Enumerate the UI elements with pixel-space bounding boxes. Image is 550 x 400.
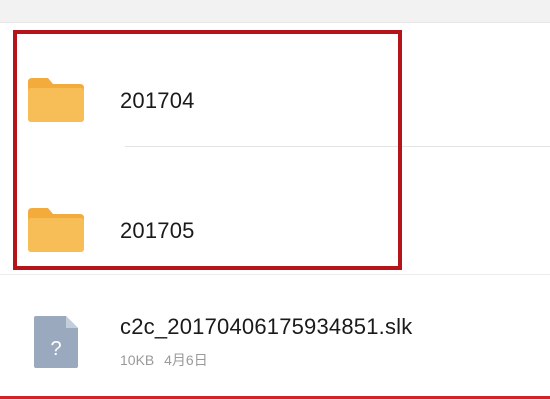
folder-name: 201704 bbox=[120, 88, 195, 113]
unknown-file-icon: ? bbox=[34, 316, 78, 368]
folder-icon bbox=[28, 78, 84, 122]
divider bbox=[0, 274, 550, 275]
file-list: 201704 201705 ? c2c_20170406175934851.sl… bbox=[0, 22, 550, 400]
list-item-folder-201705[interactable]: 201705 bbox=[0, 168, 550, 280]
file-meta: 10KB 4月6日 bbox=[120, 350, 208, 370]
folder-icon bbox=[28, 208, 84, 252]
folder-name: 201705 bbox=[120, 218, 195, 243]
file-size: 10KB bbox=[120, 352, 155, 368]
accent-line bbox=[0, 396, 550, 399]
file-date: 4月6日 bbox=[164, 352, 208, 368]
divider bbox=[125, 146, 550, 147]
file-name: c2c_20170406175934851.slk bbox=[120, 314, 413, 339]
svg-text:?: ? bbox=[50, 338, 61, 360]
list-item-file[interactable]: ? c2c_20170406175934851.slk 10KB 4月6日 bbox=[0, 290, 550, 390]
toolbar-strip bbox=[0, 0, 550, 23]
